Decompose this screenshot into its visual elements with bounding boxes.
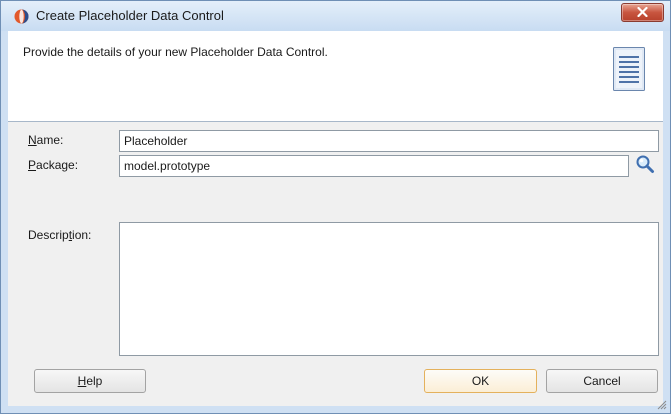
oracle-jdeveloper-icon <box>14 9 29 24</box>
title-bar[interactable]: Create Placeholder Data Control <box>1 1 670 31</box>
description-label: Description: <box>28 228 92 242</box>
close-button[interactable] <box>621 3 664 22</box>
help-button[interactable]: Help <box>34 369 146 393</box>
description-field[interactable] <box>119 222 659 356</box>
package-field[interactable] <box>119 155 629 177</box>
cancel-button[interactable]: Cancel <box>546 369 658 393</box>
name-label: Name: <box>28 133 64 147</box>
header-panel: Provide the details of your new Placehol… <box>8 31 663 121</box>
name-field[interactable] <box>119 130 659 152</box>
package-label: Package: <box>28 158 79 172</box>
browse-package-button[interactable] <box>634 153 656 175</box>
search-icon <box>636 155 654 173</box>
close-icon <box>637 7 648 17</box>
ok-button[interactable]: OK <box>424 369 537 393</box>
resize-grip-icon[interactable] <box>657 400 667 410</box>
header-description: Provide the details of your new Placehol… <box>23 45 328 59</box>
document-icon <box>613 47 645 91</box>
window-title: Create Placeholder Data Control <box>36 8 224 23</box>
create-placeholder-data-control-dialog: Create Placeholder Data Control Provide … <box>0 0 671 414</box>
